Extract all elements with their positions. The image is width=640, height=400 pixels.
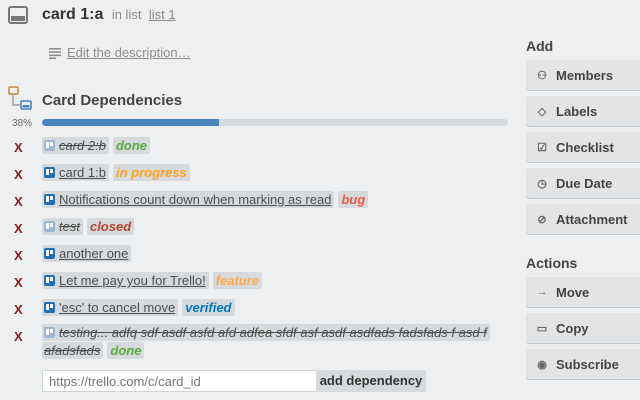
- sidebar-button-label: Subscribe: [556, 356, 619, 372]
- dependency-card-link[interactable]: another one: [42, 245, 132, 262]
- dependency-body: card 1:b in progress: [42, 164, 492, 182]
- trello-card-icon: [44, 302, 55, 313]
- status-label: verified: [182, 299, 235, 316]
- dependency-list: Xcard 2:b done Xcard 1:b in progress X Notifi…: [0, 134, 520, 367]
- remove-dependency-button[interactable]: X: [14, 248, 26, 263]
- progress-bar: [42, 119, 508, 126]
- sidebar-attachment-button[interactable]: ⊘ Attachment: [526, 204, 640, 234]
- remove-dependency-button[interactable]: X: [14, 275, 26, 290]
- paperclip-icon: ⊘: [537, 213, 547, 226]
- dependencies-heading: Card Dependencies: [42, 92, 183, 109]
- sidebar-button-label: Attachment: [556, 211, 628, 227]
- sidebar-button-label: Copy: [556, 320, 589, 336]
- trello-card-icon: [44, 194, 55, 205]
- sidebar-button-label: Members: [556, 67, 614, 83]
- dependency-body: test closed: [42, 218, 492, 236]
- status-label: feature: [212, 272, 263, 289]
- card-icon: ▭: [536, 322, 548, 335]
- in-list-text: in list: [111, 7, 142, 22]
- dependency-card-link[interactable]: test: [42, 218, 83, 235]
- dependency-body: Let me pay you for Trello! feature: [42, 272, 492, 290]
- eye-icon: ◉: [537, 358, 547, 371]
- person-icon: ⚇: [537, 69, 547, 82]
- remove-dependency-button[interactable]: X: [14, 329, 26, 344]
- sidebar-button-label: Checklist: [556, 139, 614, 155]
- dependency-body: another one: [42, 245, 492, 263]
- tag-icon: ◇: [537, 105, 547, 118]
- card-title-block: card 1:a in list list 1: [42, 6, 176, 24]
- actions-heading: Actions: [526, 255, 578, 271]
- sidebar-button-label: Due Date: [556, 175, 613, 191]
- dependency-row: X Let me pay you for Trello! feature: [0, 269, 520, 296]
- card-name: card 1:a: [42, 6, 104, 23]
- dependency-card-link[interactable]: Notifications count down when marking as…: [42, 191, 335, 208]
- status-label: closed: [86, 218, 135, 235]
- list-link[interactable]: list 1: [149, 7, 176, 22]
- dependency-row: Xcard 2:b done: [0, 134, 520, 161]
- sidebar-copy-button[interactable]: ▭ Copy: [526, 313, 640, 343]
- sidebar-move-button[interactable]: → Move: [526, 277, 640, 307]
- dependency-body: testing... adfq sdf asdf asfd afd adfea …: [42, 324, 492, 360]
- arrow-right-icon: →: [536, 286, 548, 298]
- trello-card-icon: [44, 167, 55, 178]
- add-heading: Add: [526, 38, 554, 54]
- sidebar-checklist-button[interactable]: ☑ Checklist: [526, 132, 640, 162]
- trello-card-icon: [44, 327, 55, 338]
- remove-dependency-button[interactable]: X: [14, 167, 26, 182]
- add-dependency-button[interactable]: add dependency: [316, 370, 426, 392]
- sidebar-button-label: Move: [556, 284, 590, 300]
- dependency-title: 'esc' to cancel move: [59, 300, 176, 315]
- dependency-card-link[interactable]: card 2:b: [42, 137, 109, 154]
- dependency-title: Notifications count down when marking as…: [59, 192, 332, 207]
- dependency-title: another one: [59, 246, 129, 261]
- dependency-url-input[interactable]: [42, 370, 318, 392]
- dependency-row: Xtesting... adfq sdf asdf asfd afd adfea…: [0, 323, 520, 367]
- status-label: done: [107, 342, 145, 359]
- trello-card-icon: [44, 140, 55, 151]
- clock-icon: ◷: [537, 177, 547, 190]
- dependency-title: card 2:b: [59, 138, 106, 153]
- remove-dependency-button[interactable]: X: [14, 194, 26, 209]
- dependency-title: card 1:b: [59, 165, 106, 180]
- sidebar-labels-button[interactable]: ◇ Labels: [526, 96, 640, 126]
- remove-dependency-button[interactable]: X: [14, 302, 26, 317]
- dependency-card-link[interactable]: card 1:b: [42, 164, 109, 181]
- card-icon: [8, 6, 28, 24]
- description-icon: [49, 48, 61, 59]
- dependency-title: test: [59, 219, 80, 234]
- dependency-row: X 'esc' to cancel move verified: [0, 296, 520, 323]
- trello-card-icon: [44, 275, 55, 286]
- dependency-body: card 2:b done: [42, 137, 492, 155]
- dependency-row: Xanother one: [0, 242, 520, 269]
- sidebar-members-button[interactable]: ⚇ Members: [526, 60, 640, 90]
- dependency-body: 'esc' to cancel move verified: [42, 299, 492, 317]
- sidebar-button-label: Labels: [556, 103, 598, 119]
- remove-dependency-button[interactable]: X: [14, 221, 26, 236]
- progress-bar-fill: [42, 119, 220, 126]
- sidebar-due-date-button[interactable]: ◷ Due Date: [526, 168, 640, 198]
- sidebar-subscribe-button[interactable]: ◉ Subscribe: [526, 349, 640, 379]
- trello-card-icon: [44, 221, 55, 232]
- checkbox-icon: ☑: [537, 141, 547, 154]
- progress-percent: 38%: [12, 118, 33, 129]
- status-label: in progress: [112, 164, 190, 181]
- status-label: done: [112, 137, 151, 154]
- dependency-card-link[interactable]: Let me pay you for Trello!: [42, 272, 209, 289]
- status-label: bug: [338, 191, 369, 208]
- dependency-row: X Notifications count down when marking a…: [0, 188, 520, 215]
- dependency-row: Xtest closed: [0, 215, 520, 242]
- remove-dependency-button[interactable]: X: [14, 140, 26, 155]
- dependency-row: Xcard 1:b in progress: [0, 161, 520, 188]
- edit-description-link[interactable]: Edit the description…: [67, 45, 191, 60]
- dependencies-icon: [8, 86, 32, 110]
- dependency-body: Notifications count down when marking as…: [42, 191, 492, 209]
- dependency-title: Let me pay you for Trello!: [59, 273, 206, 288]
- trello-card-icon: [44, 248, 55, 259]
- dependency-card-link[interactable]: 'esc' to cancel move: [42, 299, 179, 316]
